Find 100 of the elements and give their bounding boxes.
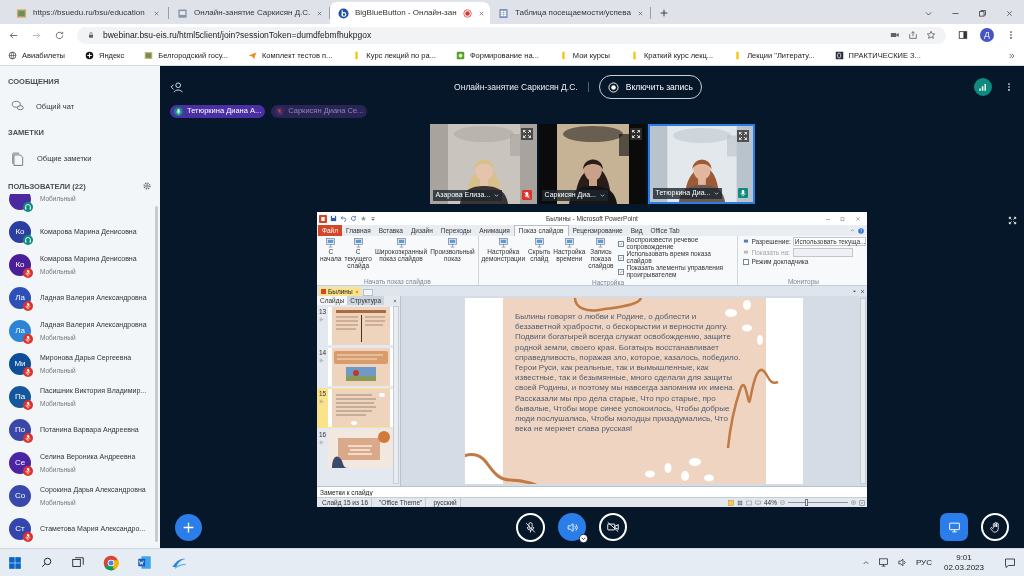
checkbox[interactable]	[618, 254, 625, 261]
scrollbar[interactable]	[155, 206, 158, 542]
input-language[interactable]: РУС	[915, 556, 932, 569]
dropdown-field[interactable]	[793, 248, 854, 258]
raise-hand-button[interactable]	[981, 513, 1009, 541]
close-icon[interactable]	[860, 289, 865, 294]
hand-icon	[988, 520, 1002, 534]
task-view-icon[interactable]	[71, 555, 85, 570]
redo-icon[interactable]	[350, 215, 357, 222]
zoom-slider-thumb[interactable]	[804, 499, 808, 506]
fit-to-window-icon[interactable]	[859, 499, 865, 506]
dropdown-icon[interactable]	[852, 289, 857, 294]
side-panel-icon[interactable]	[958, 30, 968, 40]
microphone-button[interactable]	[516, 512, 545, 542]
user-list-toggle-icon[interactable]	[170, 80, 184, 94]
camera-icon[interactable]	[890, 30, 900, 40]
back-icon[interactable]	[8, 29, 19, 41]
close-icon[interactable]	[393, 299, 397, 303]
settings-icon[interactable]	[142, 181, 152, 192]
slideshow-icon	[563, 237, 575, 248]
undo-icon[interactable]	[340, 215, 347, 222]
reload-icon[interactable]	[54, 29, 65, 41]
camera-button[interactable]	[599, 513, 627, 541]
transition-icon	[319, 316, 324, 322]
close-icon[interactable]	[1005, 9, 1014, 18]
meeting-title: Онлайн-занятие Саркисян Д.С.	[454, 80, 578, 94]
more-bookmarks-icon[interactable]	[1008, 51, 1016, 60]
connection-status-icon[interactable]	[974, 78, 992, 96]
spreadsheet-icon	[498, 7, 509, 19]
checkbox[interactable]	[618, 240, 625, 247]
zoom-in-icon[interactable]	[851, 500, 856, 505]
browser-icon[interactable]	[103, 554, 119, 571]
browser-tab[interactable]: Таблица посещаемости/успева	[490, 2, 650, 24]
share-icon[interactable]	[908, 30, 918, 40]
close-icon[interactable]	[153, 9, 160, 17]
conference-logo-icon	[338, 7, 349, 19]
slide-preview-drawing	[328, 430, 395, 468]
slide-preview-drawing	[328, 348, 395, 386]
sorter-view-icon[interactable]	[737, 499, 743, 506]
slide-preview-drawing	[328, 307, 395, 345]
address-bar[interactable]: bwebinar.bsu-eis.ru/html5client/join?sessionToken=dumdfebmfhukpgox	[77, 26, 946, 44]
close-icon[interactable]	[855, 215, 861, 222]
scrollbar[interactable]	[393, 306, 399, 484]
chevron-down-icon[interactable]	[924, 9, 933, 18]
network-icon[interactable]	[877, 557, 889, 568]
plus-icon	[182, 520, 195, 534]
collapse-ribbon-icon[interactable]	[850, 228, 855, 233]
slide-text: Былины говорят о любви к Родине, о доблести и беззаветной храбрости, о бескорыстии и верности долгу. Подвиги богатырей всегда служат освобождению, защите родной земли, своего края. Богатырь восстанавливает справедливость, поражая зло, которое, казалось, победило. Герои Руси, как реальные, так и вымышленные, как известные, так и безымянные, много сделали для защиты своей Родины, и поэтому мы навсегда запомним их имена. Рассказали мы про дела старые, Что про старые, про бывалые, Чтобы море синее успокоилось, Чтобы добрые люди послушались, Чтобы молодцы призадумались, Что века не меркнет слава русская!	[515, 312, 742, 435]
transition-icon	[319, 439, 324, 445]
caret-icon	[599, 193, 605, 198]
star-icon[interactable]	[926, 30, 936, 40]
bookmark-bar-icon	[630, 51, 639, 60]
slideshow-icon	[395, 237, 407, 248]
fullscreen-icon[interactable]	[1007, 215, 1018, 226]
checkbox[interactable]	[743, 258, 750, 265]
scrollbar[interactable]	[860, 298, 866, 484]
new-tab-icon[interactable]	[659, 8, 669, 18]
screen-icon	[947, 520, 961, 534]
actions-button[interactable]	[175, 513, 202, 541]
logo-square-icon	[834, 51, 844, 60]
clock-time[interactable]: 9:01	[956, 552, 972, 563]
notifications-icon[interactable]	[1004, 556, 1016, 569]
caret-icon	[494, 193, 500, 198]
help-icon[interactable]	[858, 227, 864, 234]
windows-start-icon[interactable]	[8, 555, 22, 570]
restore-icon[interactable]	[978, 9, 987, 18]
browser-tab[interactable]: https://bsuedu.ru/bsu/education	[8, 2, 168, 24]
slideshow-icon	[533, 237, 545, 248]
checkbox[interactable]	[618, 268, 625, 275]
save-icon[interactable]	[330, 215, 337, 222]
paper-plane-icon	[247, 51, 257, 60]
chevron-up-icon[interactable]	[861, 558, 870, 567]
customize-toolbar-icon[interactable]	[370, 215, 376, 222]
forward-icon[interactable]	[31, 29, 42, 41]
powerpoint-app-icon	[321, 289, 326, 294]
presentation-button[interactable]	[940, 513, 968, 541]
audio-options-icon[interactable]	[579, 534, 588, 543]
search-icon[interactable]	[40, 556, 53, 569]
caret-icon	[714, 191, 720, 196]
slideshow-icon	[325, 237, 337, 248]
muted-mic-icon	[524, 520, 537, 534]
volume-icon[interactable]	[896, 557, 908, 568]
clock-date[interactable]: 02.03.2023	[943, 562, 984, 573]
checkmark-icon	[619, 255, 624, 260]
close-icon[interactable]	[354, 289, 359, 294]
star-icon[interactable]	[360, 215, 367, 222]
document-app-icon[interactable]	[137, 555, 152, 570]
close-icon[interactable]	[636, 9, 644, 17]
close-icon[interactable]	[477, 9, 485, 17]
speaker-icon	[565, 520, 579, 534]
profile-avatar[interactable]: Д	[980, 28, 994, 42]
browser-tab[interactable]: BigBlueButton - Онлайн-зан	[330, 2, 490, 24]
close-icon[interactable]	[316, 9, 324, 17]
globe-icon	[8, 51, 17, 60]
page-favicon-icon	[177, 7, 188, 19]
audio-button[interactable]	[558, 513, 586, 541]
slide-preview-drawing	[328, 389, 395, 427]
plus-circle-icon	[84, 51, 94, 60]
camera-off-icon	[606, 520, 620, 534]
browser-tab[interactable]: Онлайн-занятие Саркисян Д.С.	[169, 2, 329, 24]
